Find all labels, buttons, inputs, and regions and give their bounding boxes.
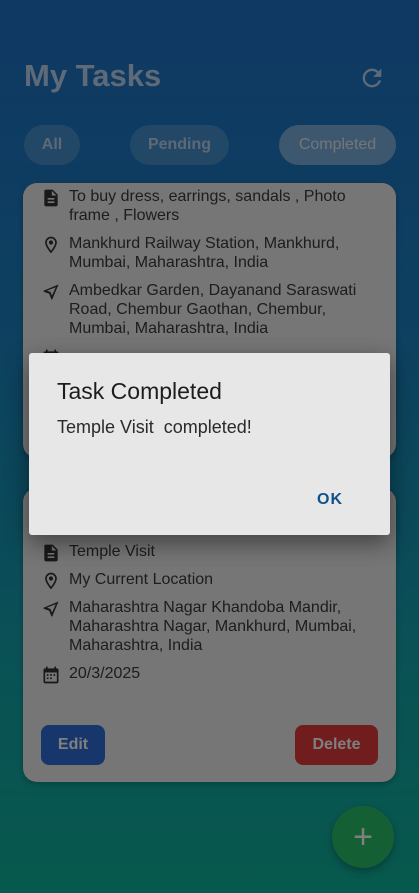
ok-button[interactable]: OK <box>317 491 343 509</box>
task-completed-dialog: Task Completed Temple Visit completed! O… <box>29 353 390 535</box>
dialog-title: Task Completed <box>57 378 222 404</box>
dialog-message: Temple Visit completed! <box>57 417 252 437</box>
